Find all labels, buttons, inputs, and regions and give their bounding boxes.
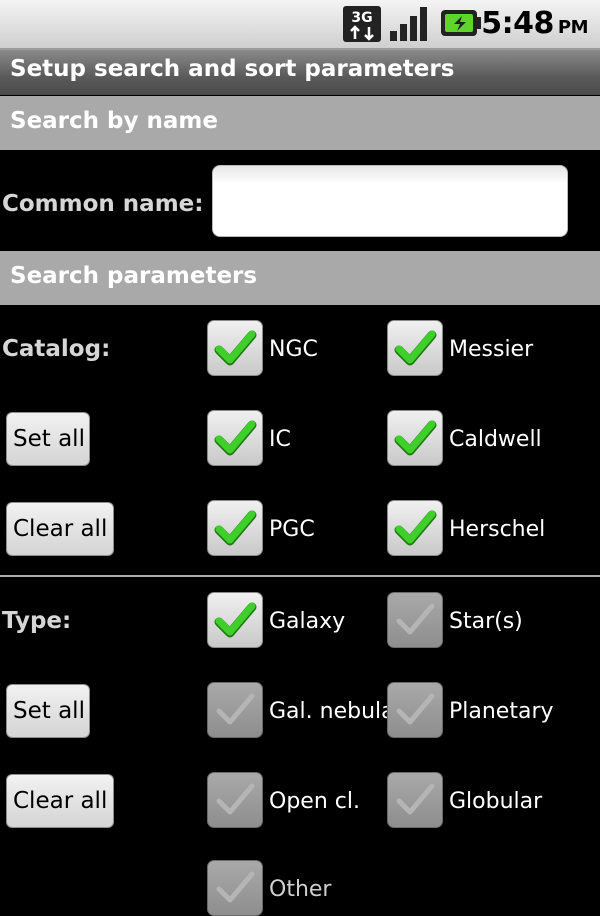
type-label: Type:: [2, 608, 72, 634]
3g-icon: 3G: [343, 6, 381, 42]
battery-charging-icon: [441, 10, 481, 36]
catalog-set-all-button[interactable]: Set all: [6, 412, 90, 466]
checkbox-label-gal-nebula: Gal. nebula: [269, 699, 395, 724]
checkbox-label-pgc: PGC: [269, 517, 315, 542]
checkmark-icon: [394, 330, 437, 366]
checkmark-icon: [214, 420, 257, 456]
checkmark-icon: [216, 871, 255, 903]
checkbox-label-other: Other: [269, 877, 332, 902]
section-header-search-parameters: Search parameters: [0, 251, 600, 305]
checkmark-icon: [214, 602, 257, 638]
checkbox-label-stars: Star(s): [449, 609, 523, 634]
checkbox-planetary[interactable]: [387, 682, 443, 738]
checkbox-label-herschel: Herschel: [449, 517, 546, 542]
checkbox-caldwell[interactable]: [387, 410, 443, 466]
checkbox-ic[interactable]: [207, 410, 263, 466]
section-header-search-by-name: Search by name: [0, 96, 600, 150]
checkbox-label-globular: Globular: [449, 789, 543, 814]
type-clear-all-button[interactable]: Clear all: [6, 774, 114, 828]
catalog-clear-all-button[interactable]: Clear all: [6, 502, 114, 556]
checkmark-icon: [214, 330, 257, 366]
common-name-label: Common name:: [2, 191, 204, 217]
section-title: Search parameters: [10, 263, 258, 289]
checkbox-herschel[interactable]: [387, 500, 443, 556]
common-name-input[interactable]: [212, 165, 568, 237]
divider: [0, 575, 600, 577]
checkbox-gal-nebula[interactable]: [207, 682, 263, 738]
checkbox-other[interactable]: [207, 860, 263, 916]
checkmark-icon: [216, 693, 255, 725]
checkbox-globular[interactable]: [387, 772, 443, 828]
checkbox-label-caldwell: Caldwell: [449, 427, 542, 452]
signal-icon: [390, 7, 427, 41]
checkbox-pgc[interactable]: [207, 500, 263, 556]
checkbox-label-ic: IC: [269, 427, 291, 452]
page-title: Setup search and sort parameters: [10, 56, 455, 82]
checkbox-open-cl[interactable]: [207, 772, 263, 828]
checkbox-messier[interactable]: [387, 320, 443, 376]
checkbox-label-planetary: Planetary: [449, 699, 554, 724]
checkmark-icon: [396, 603, 435, 635]
checkbox-galaxy[interactable]: [207, 592, 263, 648]
network-label: 3G: [351, 10, 372, 26]
section-title: Search by name: [10, 108, 218, 134]
title-bar: Setup search and sort parameters: [0, 49, 600, 95]
type-set-all-button[interactable]: Set all: [6, 684, 90, 738]
checkbox-label-ngc: NGC: [269, 337, 318, 362]
checkmark-icon: [396, 783, 435, 815]
checkmark-icon: [216, 783, 255, 815]
checkbox-label-open-cl: Open cl.: [269, 789, 360, 814]
checkmark-icon: [394, 420, 437, 456]
checkbox-ngc[interactable]: [207, 320, 263, 376]
checkmark-icon: [214, 510, 257, 546]
checkmark-icon: [396, 693, 435, 725]
status-bar: 3G 5:48 PM: [0, 0, 600, 49]
checkbox-label-messier: Messier: [449, 337, 534, 362]
checkbox-label-galaxy: Galaxy: [269, 609, 346, 634]
catalog-label: Catalog:: [2, 336, 111, 362]
checkbox-stars[interactable]: [387, 592, 443, 648]
status-time: 5:48 PM: [481, 6, 588, 41]
checkmark-icon: [394, 510, 437, 546]
